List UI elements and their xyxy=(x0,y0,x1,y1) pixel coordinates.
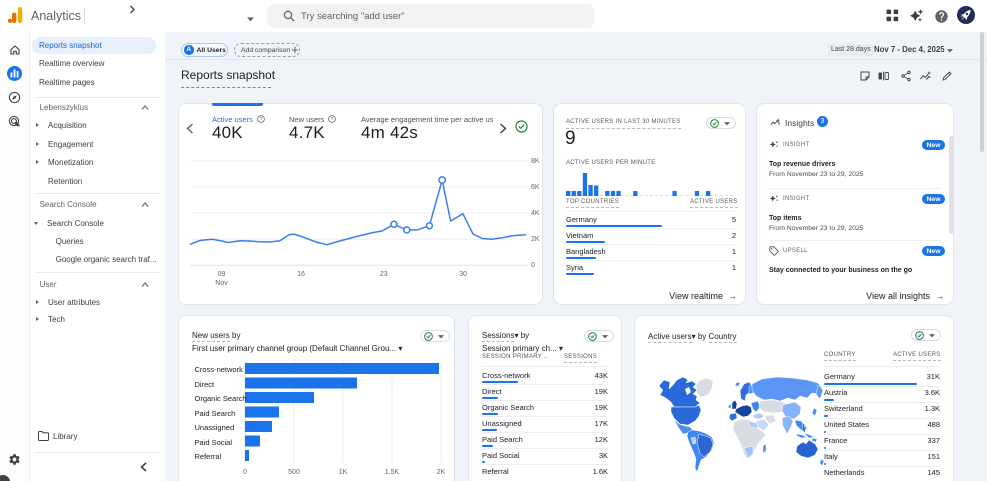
svg-text:2K: 2K xyxy=(437,469,446,476)
svg-text:0: 0 xyxy=(531,262,535,269)
svg-text:6K: 6K xyxy=(531,184,540,191)
svg-text:09: 09 xyxy=(218,271,226,278)
svg-text:30: 30 xyxy=(459,271,467,278)
svg-text:0: 0 xyxy=(243,469,247,476)
svg-text:Nov: Nov xyxy=(215,280,228,287)
svg-text:16: 16 xyxy=(297,271,305,278)
svg-text:8K: 8K xyxy=(531,158,540,165)
svg-text:1.5K: 1.5K xyxy=(385,469,400,476)
svg-text:4K: 4K xyxy=(531,210,540,217)
svg-text:2K: 2K xyxy=(531,236,540,243)
svg-text:23: 23 xyxy=(380,271,388,278)
svg-text:1K: 1K xyxy=(339,469,348,476)
svg-text:500: 500 xyxy=(288,469,300,476)
